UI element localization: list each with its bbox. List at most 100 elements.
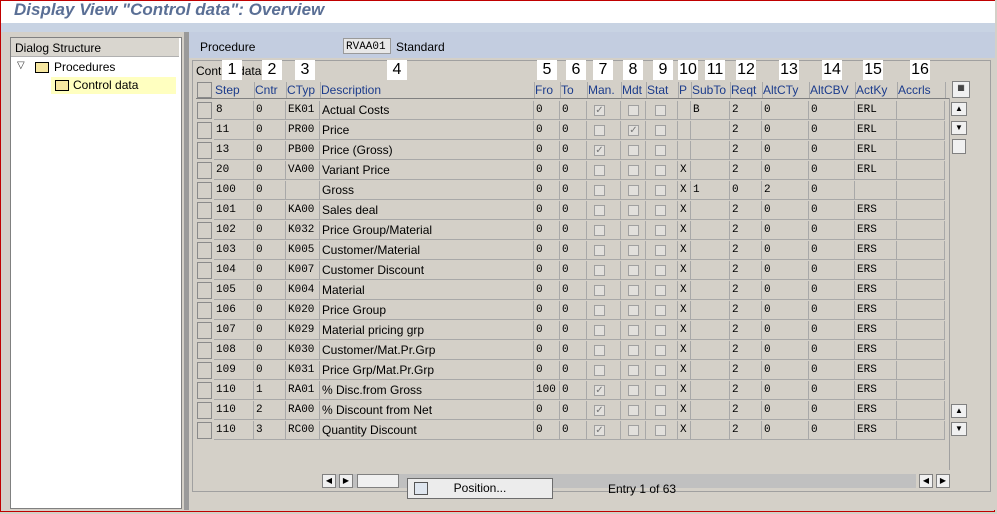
row-selector[interactable]: [197, 202, 212, 219]
man-checkbox[interactable]: [594, 125, 605, 136]
table-cell-accrls[interactable]: [897, 401, 945, 420]
table-cell-to[interactable]: 0: [560, 321, 587, 340]
table-cell-desc[interactable]: Actual Costs: [320, 101, 534, 120]
table-cell-to[interactable]: 0: [560, 201, 587, 220]
mdt-checkbox[interactable]: [628, 425, 639, 436]
table-cell-accrls[interactable]: [897, 241, 945, 260]
row-selector[interactable]: [197, 122, 212, 139]
mdt-checkbox[interactable]: [628, 185, 639, 196]
scroll-thumb[interactable]: [952, 139, 966, 154]
table-cell-accrls[interactable]: [897, 161, 945, 180]
table-cell-altcty[interactable]: 0: [762, 241, 809, 260]
table-cell-cntr[interactable]: 0: [254, 201, 286, 220]
table-cell-cntr[interactable]: 0: [254, 361, 286, 380]
scroll-down-icon[interactable]: ▼: [951, 121, 967, 135]
table-cell-subto[interactable]: B: [691, 101, 730, 120]
table-cell-altcty[interactable]: 0: [762, 141, 809, 160]
table-cell-reqt[interactable]: 2: [730, 401, 762, 420]
stat-checkbox[interactable]: [655, 165, 666, 176]
table-cell-actky[interactable]: ERS: [855, 401, 897, 420]
row-selector[interactable]: [197, 342, 212, 359]
mdt-checkbox[interactable]: [628, 405, 639, 416]
table-cell-step[interactable]: 11: [214, 121, 254, 140]
table-cell-altcbv[interactable]: 0: [809, 321, 855, 340]
table-cell-accrls[interactable]: [897, 101, 945, 120]
table-cell-actky[interactable]: [855, 181, 897, 200]
table-cell-step[interactable]: 107: [214, 321, 254, 340]
table-cell-reqt[interactable]: 2: [730, 321, 762, 340]
table-cell-subto[interactable]: [691, 261, 730, 280]
table-cell-ctyp[interactable]: RA00: [286, 401, 320, 420]
man-checkbox[interactable]: [594, 165, 605, 176]
table-cell-ctyp[interactable]: PB00: [286, 141, 320, 160]
table-cell-ctyp[interactable]: K020: [286, 301, 320, 320]
table-cell-actky[interactable]: ERS: [855, 241, 897, 260]
table-cell-ctyp[interactable]: K031: [286, 361, 320, 380]
table-cell-subto[interactable]: [691, 361, 730, 380]
table-cell-reqt[interactable]: 2: [730, 201, 762, 220]
column-header-fro[interactable]: Fro: [535, 82, 561, 98]
row-selector[interactable]: [197, 262, 212, 279]
table-cell-desc[interactable]: Customer/Mat.Pr.Grp: [320, 341, 534, 360]
table-cell-altcty[interactable]: 0: [762, 401, 809, 420]
man-checkbox[interactable]: [594, 285, 605, 296]
select-all-button[interactable]: [197, 82, 212, 98]
table-cell-actky[interactable]: ERL: [855, 121, 897, 140]
column-header-altcbv[interactable]: AltCBV: [810, 82, 856, 98]
man-checkbox[interactable]: ✓: [594, 405, 605, 416]
scroll-first-icon[interactable]: ◀: [919, 474, 933, 488]
table-cell-reqt[interactable]: 2: [730, 141, 762, 160]
table-cell-step[interactable]: 13: [214, 141, 254, 160]
table-cell-desc[interactable]: Customer/Material: [320, 241, 534, 260]
row-selector[interactable]: [197, 362, 212, 379]
table-cell-altcbv[interactable]: 0: [809, 101, 855, 120]
table-cell-altcty[interactable]: 0: [762, 201, 809, 220]
table-cell-desc[interactable]: % Disc.from Gross: [320, 381, 534, 400]
table-cell-p[interactable]: X: [678, 201, 691, 220]
row-selector[interactable]: [197, 402, 212, 419]
table-cell-to[interactable]: 0: [560, 161, 587, 180]
table-cell-step[interactable]: 106: [214, 301, 254, 320]
table-cell-desc[interactable]: Material: [320, 281, 534, 300]
table-cell-step[interactable]: 109: [214, 361, 254, 380]
table-cell-altcbv[interactable]: 0: [809, 161, 855, 180]
table-cell-accrls[interactable]: [897, 181, 945, 200]
table-cell-p[interactable]: X: [678, 401, 691, 420]
mdt-checkbox[interactable]: [628, 305, 639, 316]
table-cell-accrls[interactable]: [897, 421, 945, 440]
table-cell-cntr[interactable]: 0: [254, 281, 286, 300]
stat-checkbox[interactable]: [655, 385, 666, 396]
table-cell-fro[interactable]: 0: [534, 301, 560, 320]
stat-checkbox[interactable]: [655, 365, 666, 376]
table-cell-subto[interactable]: [691, 421, 730, 440]
scroll-last-icon[interactable]: ▶: [936, 474, 950, 488]
table-cell-fro[interactable]: 0: [534, 401, 560, 420]
table-cell-reqt[interactable]: 2: [730, 121, 762, 140]
stat-checkbox[interactable]: [655, 225, 666, 236]
table-cell-actky[interactable]: ERS: [855, 341, 897, 360]
table-cell-p[interactable]: X: [678, 421, 691, 440]
table-cell-fro[interactable]: 0: [534, 181, 560, 200]
table-cell-cntr[interactable]: 0: [254, 321, 286, 340]
table-cell-actky[interactable]: ERL: [855, 161, 897, 180]
table-cell-subto[interactable]: [691, 321, 730, 340]
table-cell-fro[interactable]: 100: [534, 381, 560, 400]
table-cell-reqt[interactable]: 2: [730, 361, 762, 380]
row-selector[interactable]: [197, 322, 212, 339]
mdt-checkbox[interactable]: ✓: [628, 125, 639, 136]
column-header-mdt[interactable]: Mdt: [622, 82, 647, 98]
mdt-checkbox[interactable]: [628, 265, 639, 276]
mdt-checkbox[interactable]: [628, 385, 639, 396]
row-selector[interactable]: [197, 222, 212, 239]
table-cell-altcty[interactable]: 0: [762, 381, 809, 400]
table-cell-desc[interactable]: Material pricing grp: [320, 321, 534, 340]
stat-checkbox[interactable]: [655, 185, 666, 196]
man-checkbox[interactable]: [594, 365, 605, 376]
table-cell-subto[interactable]: [691, 281, 730, 300]
table-cell-altcbv[interactable]: 0: [809, 261, 855, 280]
table-cell-desc[interactable]: Price (Gross): [320, 141, 534, 160]
table-cell-step[interactable]: 101: [214, 201, 254, 220]
stat-checkbox[interactable]: [655, 325, 666, 336]
table-cell-subto[interactable]: [691, 241, 730, 260]
table-cell-p[interactable]: [678, 101, 691, 120]
